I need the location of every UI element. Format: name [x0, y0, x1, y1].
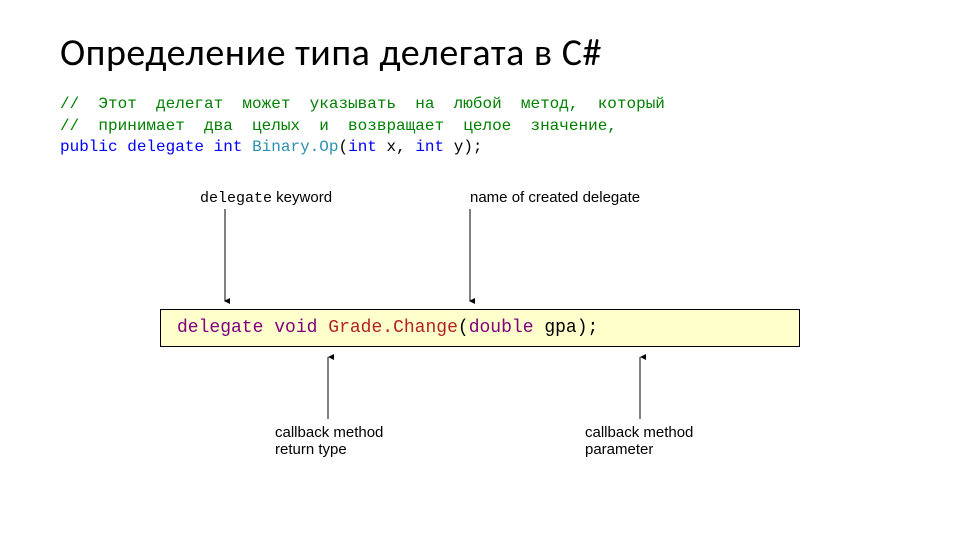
label-line: callback method	[585, 424, 693, 441]
code-comment: // принимает два целых и возвращает цело…	[60, 117, 617, 135]
slide-title: Определение типа делегата в С#	[60, 30, 900, 76]
code-text: y);	[444, 138, 482, 156]
code-keyword: public	[60, 138, 118, 156]
code-keyword: int	[415, 138, 444, 156]
code-block: // Этот делегат может указывать на любой…	[60, 94, 900, 159]
decl-text: (	[458, 318, 469, 338]
label-text: keyword	[272, 189, 332, 206]
label-line: return type	[275, 441, 383, 458]
label-name-of-delegate: name of created delegate	[470, 189, 640, 206]
diagram: delegate keyword name of created delegat…	[160, 189, 800, 489]
label-return-type: callback method return type	[275, 424, 383, 458]
label-delegate-keyword: delegate keyword	[200, 189, 332, 207]
arrow-up-icon	[318, 349, 338, 419]
code-keyword: int	[214, 138, 243, 156]
label-line: parameter	[585, 441, 693, 458]
slide: Определение типа делегата в С# // Этот д…	[0, 0, 960, 540]
decl-keyword: double	[469, 318, 534, 338]
decl-name: Grade.Change	[328, 318, 458, 338]
code-comment: // Этот делегат может указывать на любой…	[60, 95, 665, 113]
decl-keyword: void	[274, 318, 317, 338]
code-keyword: int	[348, 138, 377, 156]
decl-keyword: delegate	[177, 318, 263, 338]
arrow-down-icon	[215, 209, 235, 309]
code-text: (	[338, 138, 348, 156]
arrow-up-icon	[630, 349, 650, 419]
label-mono: delegate	[200, 190, 272, 207]
label-parameter: callback method parameter	[585, 424, 693, 458]
declaration-box: delegate void Grade.Change(double gpa);	[160, 309, 800, 347]
arrow-down-icon	[460, 209, 480, 309]
label-line: callback method	[275, 424, 383, 441]
decl-text: gpa);	[534, 318, 599, 338]
code-keyword: delegate	[127, 138, 204, 156]
code-text: x,	[377, 138, 415, 156]
code-type: Binary.Op	[252, 138, 338, 156]
